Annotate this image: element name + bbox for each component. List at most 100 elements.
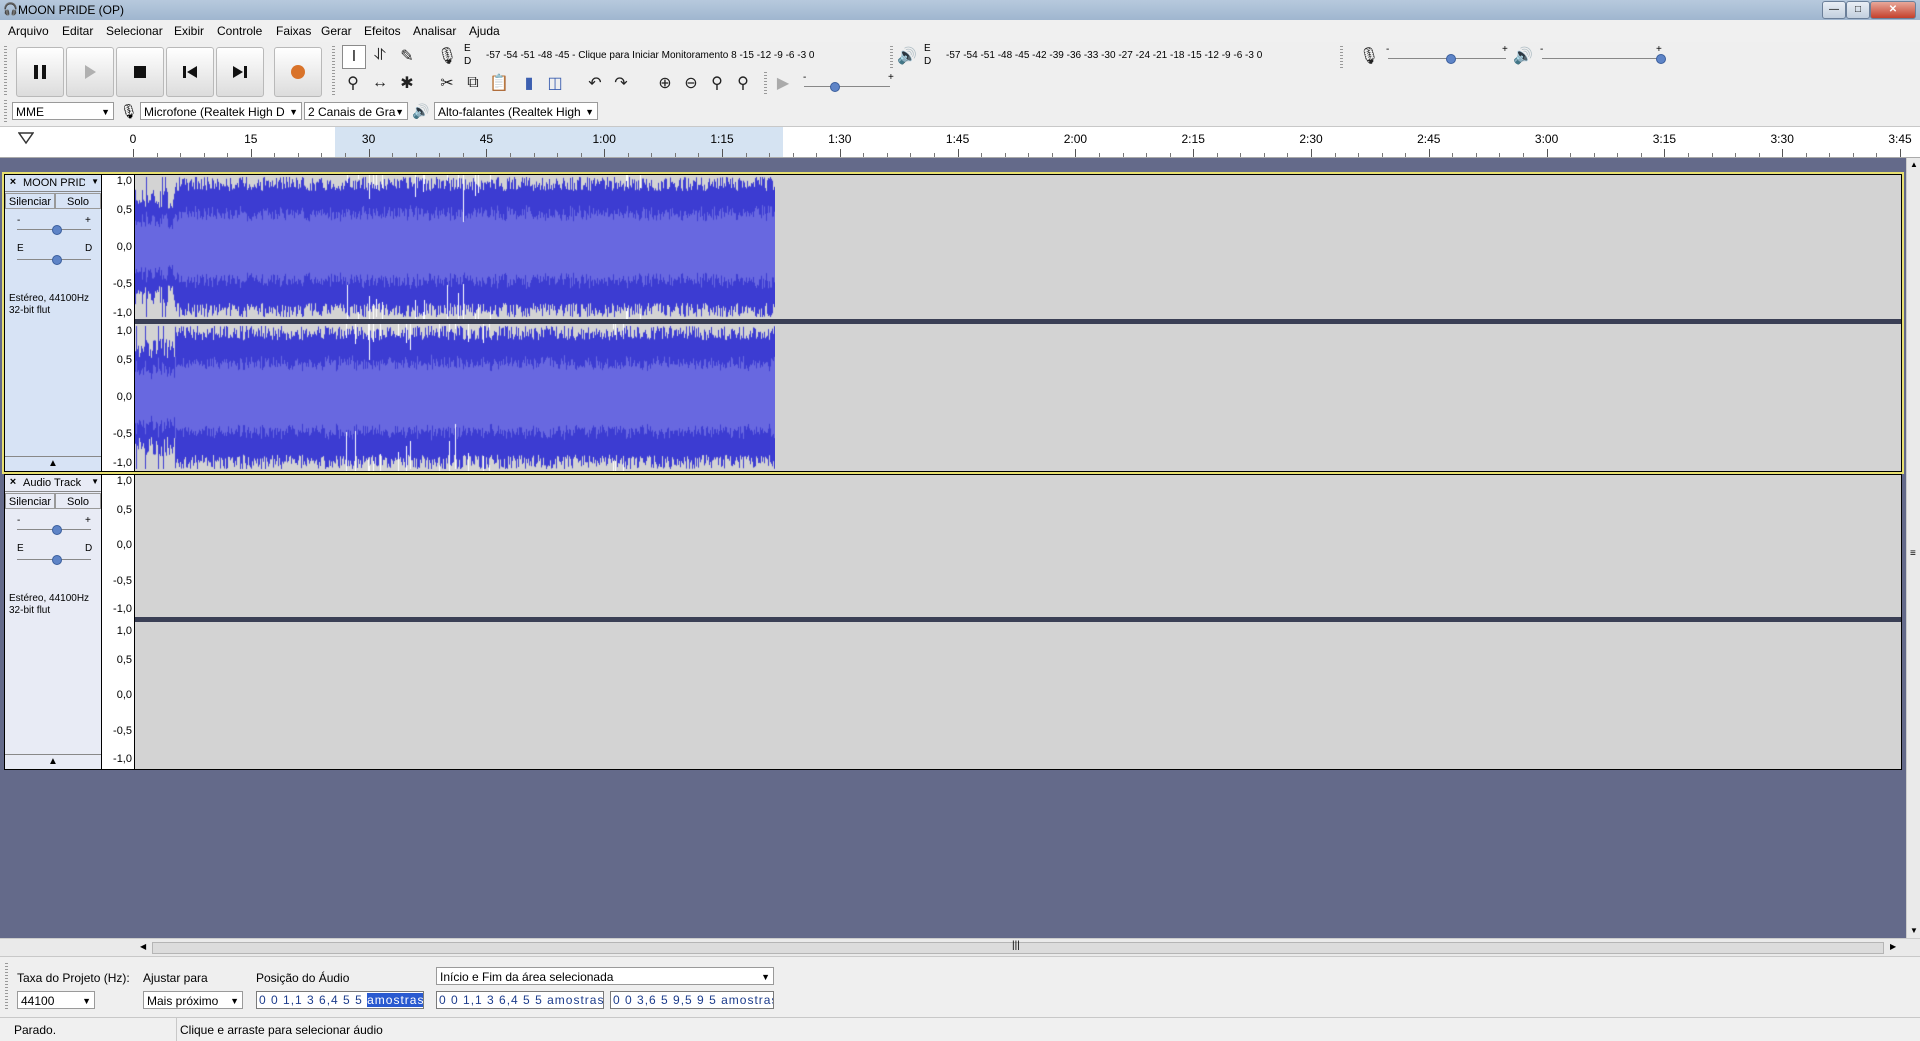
draw-tool[interactable]: ✎	[396, 45, 418, 67]
audio-host-select[interactable]: MME ▼	[12, 102, 114, 120]
redo-button[interactable]: ↷	[610, 72, 632, 94]
output-volume-knob[interactable]	[1656, 54, 1666, 64]
time-shift-tool[interactable]: ↔	[369, 72, 391, 94]
timeline-ruler[interactable]: 0 15 30 45 1:00 1:15 1:30 1:45 2:00 2:15 2:30 2:45 3…	[0, 127, 1920, 158]
solo-button[interactable]: Solo	[55, 493, 101, 509]
copy-button[interactable]: ⧉	[462, 72, 484, 94]
scroll-grip-icon[interactable]: ≡	[1910, 548, 1916, 559]
selection-start-field[interactable]: 0 0 1,1 3 6,4 5 5 amostras	[436, 991, 604, 1009]
track-panel[interactable]: × MOON PRIDE ▼ Silenciar Solo - + E D Es…	[0, 158, 1906, 938]
snap-to-select[interactable]: Mais próximo ▼	[143, 991, 243, 1009]
track-control-panel[interactable]: × Audio Track ▼ Silenciar Solo - + E D E…	[5, 475, 102, 769]
trim-button[interactable]: ▮	[518, 72, 540, 94]
toolbar-grip[interactable]	[764, 72, 767, 94]
undo-button[interactable]: ↶	[584, 72, 606, 94]
horizontal-scrollbar[interactable]: ◀ ||| ▶	[0, 938, 1920, 956]
scroll-up-icon[interactable]: ▲	[1910, 160, 1918, 169]
waveform-left-channel[interactable]	[135, 175, 1901, 319]
waveform-left-channel[interactable]	[135, 475, 1901, 617]
fit-project-button[interactable]: ⚲	[732, 72, 754, 94]
menu-arquivo[interactable]: Arquivo	[8, 24, 49, 38]
audio-track-2[interactable]: × Audio Track ▼ Silenciar Solo - + E D E…	[4, 474, 1902, 770]
record-button[interactable]	[274, 47, 322, 97]
input-device-select[interactable]: Microfone (Realtek High D ▼	[140, 102, 302, 120]
audio-track-moon-pride[interactable]: × MOON PRIDE ▼ Silenciar Solo - + E D Es…	[2, 172, 1904, 474]
zoom-out-button[interactable]: ⊖	[680, 72, 702, 94]
gain-knob[interactable]	[52, 225, 62, 235]
menu-exibir[interactable]: Exibir	[174, 24, 204, 38]
track-name[interactable]: MOON PRIDE	[23, 177, 85, 189]
output-device-select[interactable]: Alto-falantes (Realtek High ▼	[434, 102, 598, 120]
play-button[interactable]	[66, 47, 114, 97]
waveform-right-channel[interactable]	[135, 324, 1901, 471]
vertical-scale[interactable]: 1,0 0,5 0,0 -0,5 -1,0 1,0 0,5 0,0 -0,5 -…	[102, 475, 135, 769]
track-control-panel[interactable]: × MOON PRIDE ▼ Silenciar Solo - + E D Es…	[5, 175, 102, 471]
maximize-button[interactable]: □	[1846, 1, 1870, 19]
track-header[interactable]: × MOON PRIDE ▼	[5, 175, 101, 192]
selection-end-field[interactable]: 0 0 3,6 5 9,5 9 5 amostras	[610, 991, 774, 1009]
skip-to-end-button[interactable]	[216, 47, 264, 97]
collapse-track-button[interactable]: ▲	[5, 754, 101, 769]
toolbar-grip[interactable]	[4, 46, 7, 96]
output-volume-slider[interactable]	[1542, 58, 1660, 59]
gain-knob[interactable]	[52, 525, 62, 535]
toolbar-grip[interactable]	[332, 46, 335, 96]
close-window-button[interactable]: ✕	[1870, 1, 1916, 19]
toolbar-grip[interactable]	[1340, 46, 1343, 68]
pause-button[interactable]	[16, 47, 64, 97]
mute-button[interactable]: Silenciar	[5, 493, 55, 509]
pan-knob[interactable]	[52, 555, 62, 565]
stop-button[interactable]	[116, 47, 164, 97]
chevron-down-icon[interactable]: ▼	[91, 177, 99, 186]
selection-mode-select[interactable]: Início e Fim da área selecionada ▼	[436, 967, 774, 985]
zoom-tool[interactable]: ⚲	[342, 72, 364, 94]
paste-button[interactable]: 📋	[488, 72, 510, 94]
cut-button[interactable]: ✂	[436, 72, 458, 94]
time-unit[interactable]: amostras	[721, 993, 773, 1007]
vertical-scrollbar[interactable]: ▲ ≡ ▼	[1906, 158, 1920, 938]
menu-ajuda[interactable]: Ajuda	[469, 24, 500, 38]
scroll-right-icon[interactable]: ▶	[1890, 942, 1896, 951]
vertical-scale[interactable]: 1,0 0,5 0,0 -0,5 -1,0 1,0 0,5 0,0 -0,5 -…	[102, 175, 135, 471]
timeline-options-icon[interactable]	[18, 131, 34, 145]
collapse-track-button[interactable]: ▲	[5, 456, 101, 471]
play-speed-knob[interactable]	[830, 82, 840, 92]
menu-analisar[interactable]: Analisar	[413, 24, 456, 38]
play-speed-slider[interactable]	[804, 86, 890, 87]
pan-knob[interactable]	[52, 255, 62, 265]
recording-meter[interactable]: -57 -54 -51 -48 -45 - Clique para Inicia…	[486, 50, 815, 61]
menu-faixas[interactable]: Faixas	[276, 24, 311, 38]
mute-button[interactable]: Silenciar	[5, 193, 55, 209]
scroll-down-icon[interactable]: ▼	[1910, 926, 1918, 935]
menu-selecionar[interactable]: Selecionar	[106, 24, 163, 38]
waveform-right-channel[interactable]	[135, 622, 1901, 769]
fit-selection-button[interactable]: ⚲	[706, 72, 728, 94]
envelope-tool[interactable]: ⥯	[369, 45, 391, 67]
chevron-down-icon[interactable]: ▼	[91, 477, 99, 486]
audio-position-field[interactable]: 0 0 1,1 3 6,4 5 5 amostras	[256, 991, 424, 1009]
playback-meter[interactable]: -57 -54 -51 -48 -45 -42 -39 -36 -33 -30 …	[946, 50, 1262, 61]
close-track-icon[interactable]: ×	[7, 476, 19, 488]
time-unit[interactable]: amostras	[367, 993, 423, 1007]
toolbar-grip[interactable]	[890, 46, 893, 68]
selection-tool[interactable]: I	[342, 45, 366, 69]
time-unit[interactable]: amostras	[547, 993, 603, 1007]
play-at-speed-button[interactable]: ▶	[772, 72, 794, 94]
minimize-button[interactable]: —	[1822, 1, 1846, 19]
record-meter-button[interactable]: 🎙	[436, 45, 458, 67]
menu-efeitos[interactable]: Efeitos	[364, 24, 401, 38]
menu-controle[interactable]: Controle	[217, 24, 262, 38]
toolbar-grip[interactable]	[4, 100, 7, 122]
multi-tool[interactable]: ✱	[396, 72, 418, 94]
toolbar-grip[interactable]	[5, 963, 8, 1011]
track-name[interactable]: Audio Track	[23, 477, 85, 489]
input-volume-knob[interactable]	[1446, 54, 1456, 64]
solo-button[interactable]: Solo	[55, 193, 101, 209]
menu-gerar[interactable]: Gerar	[321, 24, 352, 38]
playback-meter-button[interactable]: 🔊	[896, 45, 918, 67]
menu-editar[interactable]: Editar	[62, 24, 93, 38]
track-header[interactable]: × Audio Track ▼	[5, 475, 101, 492]
silence-button[interactable]: ◫	[544, 72, 566, 94]
zoom-in-button[interactable]: ⊕	[654, 72, 676, 94]
scroll-left-icon[interactable]: ◀	[140, 942, 146, 951]
